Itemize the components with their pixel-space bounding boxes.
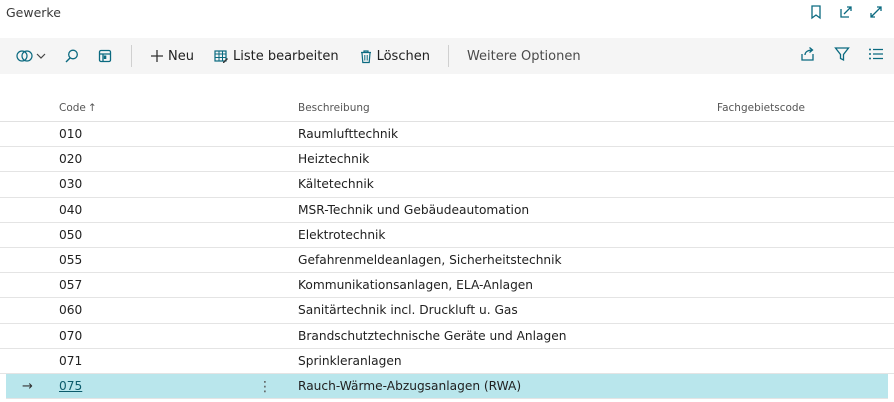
table-row[interactable]: 055 Gefahrenmeldeanlagen, Sicherheitstec… <box>0 248 894 274</box>
table-row[interactable]: 057 Kommunikationsanlagen, ELA-Anlagen <box>0 273 894 299</box>
cell-description: Sprinkleranlagen <box>298 353 402 368</box>
cell-code-link[interactable]: 075 <box>59 379 82 393</box>
table-row-selected[interactable]: → 075 ⋮ Rauch-Wärme-Abzugsanlagen (RWA) <box>6 373 888 400</box>
column-header-domain-code[interactable]: Fachgebietscode <box>717 102 805 114</box>
toolbar-divider <box>131 45 132 67</box>
cell-code: 060 <box>59 303 83 318</box>
title-actions <box>808 4 884 20</box>
table-row[interactable]: 010 Raumlufttechnik <box>0 122 894 148</box>
cell-code: 020 <box>59 152 83 167</box>
edit-list-label: Liste bearbeiten <box>232 48 339 64</box>
delete-button[interactable]: Löschen <box>359 38 430 74</box>
data-grid: Code ↑ Beschreibung Fachgebietscode 010 R… <box>0 96 894 400</box>
cell-code: 010 <box>59 127 83 141</box>
cell-description: MSR-Technik und Gebäudeautomation <box>298 202 530 217</box>
plus-icon <box>150 49 164 63</box>
filter-icon[interactable] <box>834 46 850 66</box>
cell-description: Gefahrenmeldeanlagen, Sicherheitstechnik <box>298 252 562 267</box>
new-button[interactable]: Neu <box>150 38 194 74</box>
edit-list-icon <box>214 49 229 64</box>
title-bar: Gewerke <box>0 0 894 28</box>
action-bar: Neu Liste bearbeiten Löschen Weitere Opt… <box>0 38 894 74</box>
table-row[interactable]: 020 Heiztechnik <box>0 147 894 173</box>
cell-code: 050 <box>59 227 83 242</box>
page: Gewerke Neu Liste bearbeiten Löschen Wei… <box>0 0 894 402</box>
table-row[interactable]: 050 Elektrotechnik <box>0 223 894 248</box>
current-row-arrow-icon: → <box>22 378 33 394</box>
cell-code: 040 <box>59 202 83 217</box>
row-actions-menu-icon[interactable]: ⋮ <box>258 379 272 395</box>
views-dropdown-button[interactable] <box>16 38 46 74</box>
column-header-description[interactable]: Beschreibung <box>298 102 370 114</box>
bookmark-icon[interactable] <box>808 4 824 20</box>
table-row[interactable]: 070 Brandschutztechnische Geräte und Anl… <box>0 324 894 349</box>
cell-code: 070 <box>59 328 83 343</box>
table-row[interactable]: 030 Kältetechnik <box>0 172 894 198</box>
chevron-down-icon <box>36 52 46 60</box>
table-header: Code ↑ Beschreibung Fachgebietscode <box>0 96 894 122</box>
search-button[interactable] <box>64 38 80 74</box>
column-header-code-label: Code <box>59 102 86 114</box>
cell-code: 057 <box>59 278 83 293</box>
expand-icon[interactable] <box>868 4 884 20</box>
more-options-button[interactable]: Weitere Optionen <box>467 38 581 74</box>
cell-description: Sanitärtechnik incl. Druckluft u. Gas <box>298 303 518 318</box>
edit-list-button[interactable]: Liste bearbeiten <box>214 38 339 74</box>
cell-description: Kältetechnik <box>298 177 374 192</box>
analysis-icon <box>97 48 113 64</box>
open-new-window-icon[interactable] <box>838 4 854 20</box>
trash-icon <box>359 49 373 64</box>
column-header-code[interactable]: Code ↑ <box>59 102 97 114</box>
share-icon[interactable] <box>800 46 816 66</box>
cell-description: Elektrotechnik <box>298 227 386 242</box>
table-row[interactable]: 060 Sanitärtechnik incl. Druckluft u. Ga… <box>0 298 894 324</box>
cell-description: Kommunikationsanlagen, ELA-Anlagen <box>298 278 534 293</box>
table-row[interactable]: 071 Sprinkleranlagen <box>0 349 894 374</box>
toolbar-right-actions <box>800 38 884 74</box>
search-icon <box>64 48 80 64</box>
cell-code: 055 <box>59 252 83 267</box>
list-view-icon[interactable] <box>868 46 884 66</box>
delete-label: Löschen <box>376 48 430 64</box>
more-options-label: Weitere Optionen <box>466 48 581 64</box>
cell-code: 030 <box>59 177 83 192</box>
cell-code: 071 <box>59 353 83 368</box>
toolbar-divider <box>447 45 449 67</box>
views-icon <box>16 48 34 64</box>
cell-description: Raumlufttechnik <box>298 127 399 141</box>
analysis-mode-button[interactable] <box>97 38 113 74</box>
cell-description: Rauch-Wärme-Abzugsanlagen (RWA) <box>298 378 522 393</box>
sort-ascending-icon: ↑ <box>87 102 97 114</box>
table-row[interactable]: 040 MSR-Technik und Gebäudeautomation <box>0 198 894 223</box>
cell-description: Heiztechnik <box>298 152 370 167</box>
page-title: Gewerke <box>6 5 61 20</box>
new-button-label: Neu <box>168 48 194 64</box>
cell-description: Brandschutztechnische Geräte und Anlagen <box>298 328 567 343</box>
